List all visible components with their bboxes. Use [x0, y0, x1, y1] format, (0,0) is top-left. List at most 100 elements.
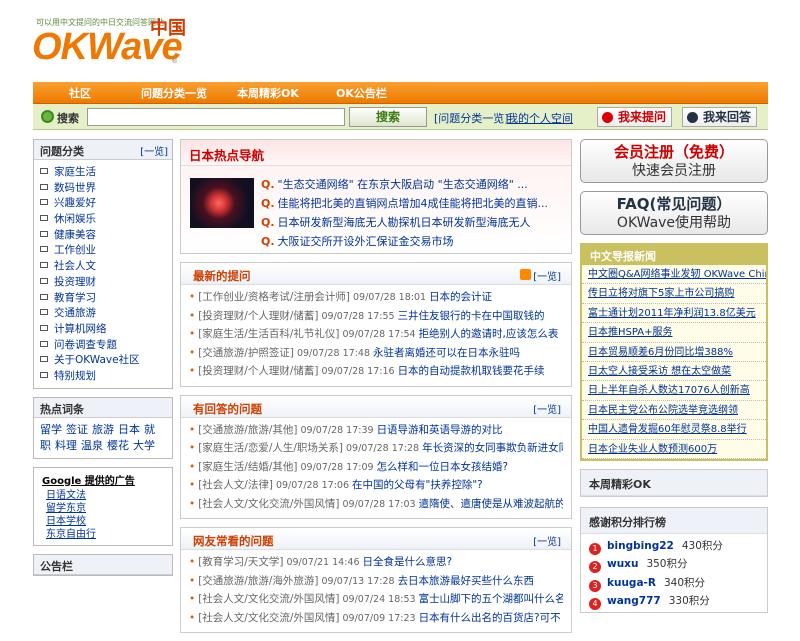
question-title[interactable]: 年长资深的女同事欺负新进女同 [422, 442, 563, 454]
news-link[interactable]: 日上半年自杀人数达17076人创新高 [582, 381, 766, 401]
news-link[interactable]: 日本企业失业人数预测600万 [582, 440, 766, 459]
question-category[interactable]: [社会人文/文化交流/外国风情] [198, 593, 339, 605]
category-list-link[interactable]: [问题分类一览] [434, 110, 509, 126]
category-item[interactable]: 休闲娱乐 [40, 211, 168, 227]
latest-questions-header: 最新的提问 [一览] [181, 263, 571, 285]
google-ads-header[interactable]: Google 提供的广告 [42, 472, 164, 487]
search-button[interactable]: 搜索 [349, 107, 427, 127]
question-category[interactable]: [家庭生活/生活百科/礼节礼仪] [198, 328, 339, 340]
question-category[interactable]: [投资理财/个人理财/储蓄] [198, 310, 318, 322]
category-item[interactable]: 投资理财 [40, 274, 168, 290]
google-ad-link[interactable]: 日语文法 [42, 489, 164, 502]
question-category[interactable]: [交通旅游/旅游/海外旅游] [198, 575, 318, 587]
rss-icon[interactable] [520, 269, 531, 280]
hotword-link[interactable]: 樱花 [107, 439, 129, 452]
category-item[interactable]: 家庭生活 [40, 164, 168, 180]
google-ad-link[interactable]: 留学东京 [42, 502, 164, 515]
google-ad-link[interactable]: 日本学校 [42, 515, 164, 528]
hotword-link[interactable]: 旅游 [92, 423, 114, 436]
category-item[interactable]: 社会人文 [40, 258, 168, 274]
answered-more-link[interactable]: [一览] [533, 401, 561, 416]
hot-nav-item[interactable]: Q. 佳能将把北美的直销网点增加4成佳能将把北美的直销... [261, 195, 566, 214]
category-more-link[interactable]: [一览] [140, 143, 168, 158]
question-category[interactable]: [社会人文/法律] [198, 479, 273, 491]
category-item[interactable]: 交通旅游 [40, 305, 168, 321]
category-item[interactable]: 教育学习 [40, 290, 168, 306]
question-category[interactable]: [社会人文/文化交流/外国风情] [198, 498, 339, 510]
faq-subtitle: OKWave使用帮助 [616, 215, 732, 231]
nav-notice-board[interactable]: OK公告栏 [336, 85, 387, 101]
question-title[interactable]: 三井住友银行的卡在中国取钱的 [398, 310, 545, 322]
news-link[interactable]: 中文圈Q&A网络事业发轫 OKWave China正式公开 [582, 265, 766, 285]
category-item[interactable]: 关于OKWave社区 [40, 352, 168, 368]
hotword-link[interactable]: 留学 [40, 423, 62, 436]
answered-questions-box: 有回答的问题 [一览] • [交通旅游/旅游/其他] 09/07/28 17:39 日语… [180, 394, 572, 519]
answer-button[interactable]: 我来回答 [682, 107, 758, 127]
question-title[interactable]: 富士山脚下的五个湖都叫什么名 [419, 593, 563, 605]
google-ad-link[interactable]: 东京自由行 [42, 528, 164, 541]
category-item[interactable]: 数码世界 [40, 180, 168, 196]
nav-community[interactable]: 社区 [69, 85, 91, 101]
news-link[interactable]: 传日立将对旗下5家上市公司搞购 [582, 284, 766, 304]
question-title[interactable]: 去日本旅游最好买些什么东西 [398, 575, 535, 587]
my-space-link[interactable]: 我的个人空间 [507, 110, 573, 126]
news-link[interactable]: 日本推HSPA+服务 [582, 323, 766, 343]
news-link[interactable]: 日本贸易顺差6月份同比增388% [582, 343, 766, 362]
news-link[interactable]: 富士通计划2011年净利润13.8亿美元 [582, 304, 766, 324]
category-item[interactable]: 工作创业 [40, 242, 168, 258]
hot-nav-item[interactable]: Q. 日本研发新型海底无人勘探机日本研发新型海底无人 [261, 214, 566, 233]
question-category[interactable]: [家庭生活/结婚/其他] [198, 461, 297, 473]
category-box: 问题分类 [一览] 家庭生活 数码世界 兴趣爱好 休闲娱乐 健康美容 工作创业 社会人文 投资理… [33, 139, 173, 389]
category-item[interactable]: 问卷调查专题 [40, 337, 168, 353]
rank-user-link[interactable]: wuxu [607, 558, 638, 570]
ask-question-button[interactable]: 我来提问 [597, 107, 673, 127]
hotword-link[interactable]: 料理 [55, 439, 77, 452]
question-category[interactable]: [教育学习/天文学] [198, 556, 283, 568]
hotword-link[interactable]: 签证 [66, 423, 88, 436]
question-title[interactable]: 日语导游和英语导游的对比 [377, 424, 503, 436]
question-category[interactable]: [交通旅游/旅游/其他] [198, 424, 297, 436]
question-category[interactable]: [交通旅游/护照签证] [198, 347, 294, 359]
register-button[interactable]: 会员注册（免费） 快速会员注册 [580, 139, 768, 183]
category-item[interactable]: 计算机网络 [40, 321, 168, 337]
category-item[interactable]: 特别规划 [40, 368, 168, 384]
question-category[interactable]: [社会人文/文化交流/外国风情] [198, 612, 339, 624]
question-title[interactable]: 怎么样和一位日本女孩结婚? [377, 461, 509, 473]
rank-user-link[interactable]: kuuga-R [607, 577, 656, 589]
question-category[interactable]: [家庭生活/恋爱/人生/职场关系] [198, 442, 343, 454]
category-label: 工作创业 [54, 244, 96, 257]
question-title[interactable]: 日全食是什么意思? [363, 556, 453, 568]
rank-user-link[interactable]: bingbing22 [607, 540, 674, 552]
latest-more-link[interactable]: [一览] [533, 268, 561, 283]
question-category[interactable]: [投资理财/个人理财/储蓄] [198, 365, 318, 377]
question-title[interactable]: 永驻者离婚还可以在日本永驻吗 [373, 347, 520, 359]
nav-weekly-ok[interactable]: 本周精彩OK [237, 85, 299, 101]
popular-questions-list: • [教育学习/天文学] 09/07/21 14:46 日全食是什么意思? • [交通旅游… [181, 550, 571, 632]
question-category[interactable]: [工作创业/资格考试/注册会计师] [198, 291, 350, 303]
news-link[interactable]: 中国人遗骨发掘60年慰灵祭8.8举行 [582, 420, 766, 440]
question-title[interactable]: 拒绝别人的邀请时,应该怎么表 [419, 328, 559, 340]
news-link[interactable]: 日本民主党公布公院选举竞选纲领 [582, 401, 766, 421]
news-link[interactable]: 日太空人接受采访 想在太空做菜 [582, 362, 766, 382]
bullet-icon: • [189, 423, 196, 436]
nav-categories[interactable]: 问题分类一览 [141, 85, 207, 101]
hot-nav-item[interactable]: Q. "生态交通网络" 在东京大阪启动 "生态交通网络" ... [261, 176, 566, 195]
category-item[interactable]: 健康美容 [40, 227, 168, 243]
rank-user-link[interactable]: wang777 [607, 595, 661, 607]
category-item[interactable]: 兴趣爱好 [40, 195, 168, 211]
hot-nav-item[interactable]: Q. 大阪证交所开设外汇保证金交易市场 [261, 233, 566, 252]
question-title[interactable]: 日本的会计证 [429, 291, 492, 303]
question-title[interactable]: 在中国的父母有"扶养控除"? [352, 479, 483, 491]
popular-more-link[interactable]: [一览] [533, 533, 561, 548]
fireworks-image[interactable] [190, 178, 254, 228]
question-title[interactable]: 日本的自动提款机取钱要花手续 [398, 365, 545, 377]
faq-button[interactable]: FAQ(常见问题） OKWave使用帮助 [580, 191, 768, 235]
hotword-link[interactable]: 日本 [118, 423, 140, 436]
hotword-link[interactable]: 大学 [133, 439, 155, 452]
question-title[interactable]: 遣隋使、遣唐使是从难波起航的 [419, 498, 563, 510]
search-input[interactable] [87, 108, 345, 126]
question-title[interactable]: 日本有什么出名的百货店?可不 [419, 612, 561, 624]
faq-title: FAQ(常见问题） [616, 195, 732, 213]
hotword-link[interactable]: 温泉 [81, 439, 103, 452]
rank-number-icon: 1 [589, 542, 601, 555]
